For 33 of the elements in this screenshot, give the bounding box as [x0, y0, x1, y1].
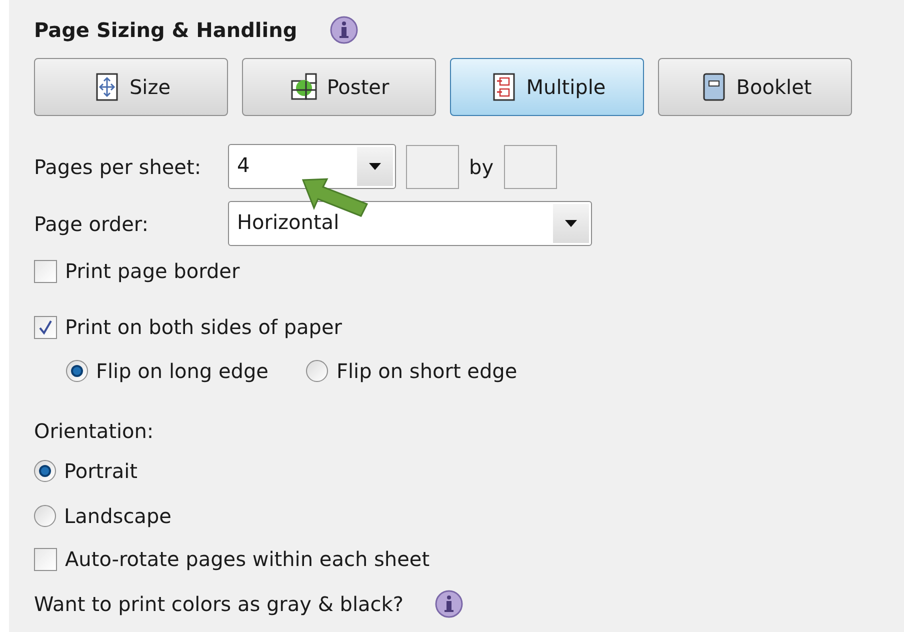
- section-title: Page Sizing & Handling: [34, 17, 298, 44]
- page-order-dropdown[interactable]: Horizontal: [228, 201, 592, 246]
- checkbox[interactable]: [34, 316, 57, 338]
- radio-label: Landscape: [64, 503, 172, 530]
- checkbox[interactable]: [34, 548, 57, 570]
- checkbox[interactable]: [34, 260, 57, 282]
- radio-button[interactable]: [306, 360, 328, 382]
- radio-button[interactable]: [34, 460, 56, 482]
- question-text: Want to print colors as gray & black?: [34, 591, 404, 618]
- radio-button[interactable]: [66, 360, 88, 382]
- radio-label: Flip on short edge: [336, 358, 518, 385]
- info-icon[interactable]: [434, 589, 464, 619]
- by-label: by: [469, 154, 494, 180]
- mode-button[interactable]: Booklet: [658, 58, 852, 116]
- mode-button[interactable]: Multiple: [450, 58, 644, 116]
- mode-button[interactable]: Poster: [242, 58, 436, 116]
- checkbox-label: Print on both sides of paper: [65, 314, 342, 341]
- radio-button[interactable]: [34, 505, 56, 527]
- input-field[interactable]: [504, 144, 557, 188]
- caret-icon: [369, 163, 381, 170]
- section-label: Orientation:: [34, 418, 155, 445]
- checkbox-label: Auto-rotate pages within each sheet: [65, 546, 430, 573]
- radio-label: Portrait: [64, 458, 138, 485]
- checkmark-icon: [38, 320, 53, 334]
- pages-dropdown[interactable]: 4: [228, 144, 396, 189]
- field-label: Page order:: [34, 210, 150, 238]
- field-label: Pages per sheet:: [34, 154, 202, 180]
- info-icon[interactable]: [329, 15, 360, 45]
- radio-label: Flip on long edge: [96, 358, 268, 385]
- input-field[interactable]: [406, 144, 459, 188]
- caret-icon: [565, 220, 577, 227]
- mode-button[interactable]: Size: [34, 58, 228, 116]
- checkbox-label: Print page border: [65, 258, 240, 285]
